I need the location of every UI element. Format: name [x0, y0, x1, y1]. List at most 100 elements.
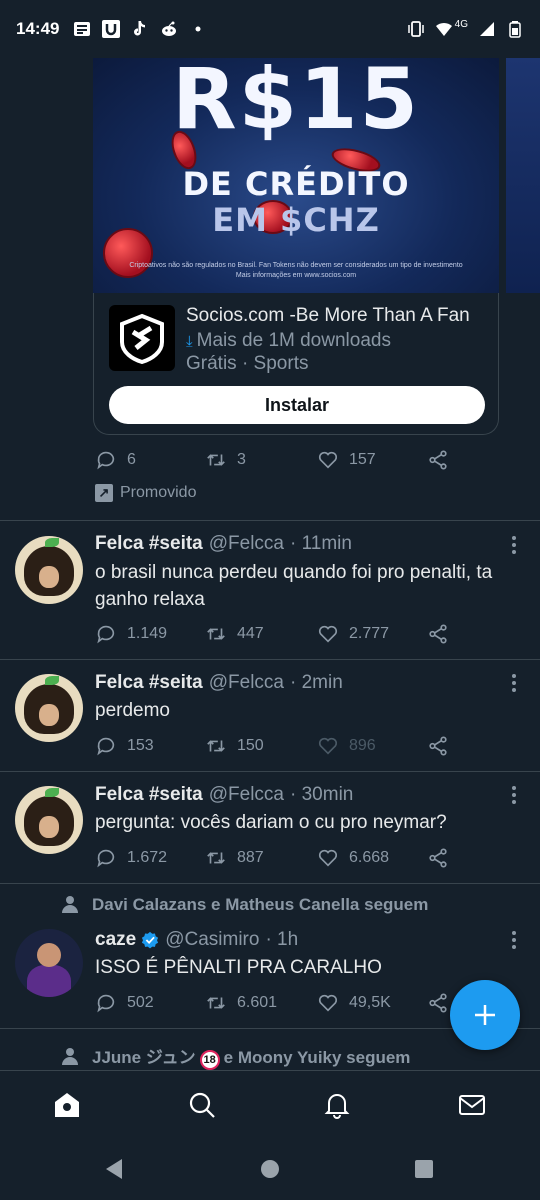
download-icon: ⤓ — [186, 333, 193, 350]
ad-line-1: DE CRÉDITO — [182, 165, 410, 203]
heart-icon — [318, 737, 338, 755]
app-category: Grátis · Sports — [186, 353, 309, 374]
retweet-icon — [207, 628, 225, 640]
promoted-text: Promovido — [120, 484, 197, 501]
ad-disclaimer: Criptoativos não são regulados no Brasil… — [129, 262, 463, 279]
ad-banner-image[interactable]: R$15 DE CRÉDITO EM $CHZ Criptoativos não… — [93, 58, 499, 293]
battery-icon — [509, 21, 521, 38]
social-context[interactable]: JJune ジュン 18 e Moony Yuiky seguem — [62, 1043, 410, 1070]
retweet-button[interactable]: 150 — [205, 734, 264, 758]
share-icon — [429, 624, 447, 644]
social-context-name: JJune ジュン — [92, 1048, 196, 1067]
author-name[interactable]: Felca #seita — [95, 533, 203, 555]
author-handle: @Casimiro — [165, 929, 260, 950]
reply-button[interactable]: 153 — [95, 734, 154, 758]
more-options-icon[interactable] — [510, 931, 518, 949]
reply-icon — [97, 625, 115, 644]
home-icon[interactable] — [53, 1091, 81, 1119]
avatar[interactable] — [15, 786, 83, 854]
heart-icon — [318, 994, 338, 1012]
tweet-header: Felca #seita @Felcca · 2min — [95, 672, 343, 694]
share-button[interactable] — [427, 448, 449, 472]
like-button[interactable]: 2.777 — [317, 622, 389, 646]
retweet-button[interactable]: 6.601 — [205, 991, 277, 1015]
share-icon — [429, 450, 447, 470]
tweet-time: · 30min — [290, 784, 354, 805]
search-icon[interactable] — [188, 1091, 216, 1119]
status-time: 14:49 — [16, 19, 60, 38]
retweet-button[interactable]: 887 — [205, 846, 264, 870]
reply-icon — [97, 451, 115, 470]
share-button[interactable] — [427, 734, 449, 758]
ad-line-2: EM $CHZ — [212, 201, 380, 239]
divider — [0, 771, 540, 772]
tweet-action-bar: 502 6.601 49,5K — [95, 991, 465, 1015]
retweet-button[interactable]: 447 — [205, 622, 264, 646]
heart-icon — [318, 625, 338, 643]
more-options-icon[interactable] — [510, 674, 518, 692]
recents-icon[interactable] — [414, 1158, 434, 1180]
share-button[interactable] — [427, 991, 449, 1015]
avatar[interactable] — [15, 674, 83, 742]
social-context-text: Davi Calazans e Matheus Canella seguem — [92, 895, 429, 914]
back-icon[interactable] — [104, 1158, 124, 1180]
like-button[interactable]: 49,5K — [317, 991, 391, 1015]
like-button[interactable]: 6.668 — [317, 846, 389, 870]
person-icon — [62, 896, 78, 914]
divider — [0, 520, 540, 521]
avatar[interactable] — [15, 536, 83, 604]
mail-icon[interactable] — [458, 1091, 486, 1119]
retweet-icon — [207, 740, 225, 752]
bell-icon[interactable] — [323, 1091, 351, 1119]
like-button[interactable]: 896 — [317, 734, 376, 758]
like-count: 896 — [349, 737, 376, 754]
reply-button[interactable]: 1.672 — [95, 846, 167, 870]
ad-banner-next-slide[interactable] — [506, 58, 540, 293]
reply-icon — [97, 849, 115, 868]
author-handle: @Felcca — [208, 672, 284, 693]
author-name[interactable]: Felca #seita — [95, 784, 203, 806]
share-button[interactable] — [427, 622, 449, 646]
person-icon — [62, 1047, 78, 1066]
social-context[interactable]: Davi Calazans e Matheus Canella seguem — [62, 895, 428, 915]
author-name[interactable]: caze — [95, 929, 136, 951]
avatar[interactable] — [15, 929, 83, 997]
bottom-nav — [0, 1070, 540, 1138]
like-count: 2.777 — [349, 625, 390, 642]
retweet-button[interactable]: 3 — [205, 448, 246, 472]
ad-subheadline: DE CRÉDITO EM $CHZ — [93, 166, 499, 238]
like-count: 6.668 — [349, 849, 390, 866]
reply-button[interactable]: 502 — [95, 991, 154, 1015]
reply-count: 1.149 — [127, 625, 168, 642]
promoted-label: ↗ Promovido — [95, 484, 196, 502]
reply-button[interactable]: 6 — [95, 448, 136, 472]
reply-button[interactable]: 1.149 — [95, 622, 167, 646]
share-icon — [429, 848, 447, 868]
reply-count: 502 — [127, 994, 154, 1011]
app-name: Socios.com -Be More Than A Fan — [186, 305, 470, 326]
home-circle-icon[interactable] — [260, 1158, 280, 1180]
tweet-text: perdemo — [95, 700, 170, 721]
reply-count: 153 — [127, 737, 154, 754]
reply-icon — [97, 994, 115, 1013]
like-button[interactable]: 157 — [317, 448, 376, 472]
retweet-count: 150 — [237, 737, 264, 754]
share-icon — [429, 993, 447, 1013]
system-status-icons: 4G — [407, 19, 524, 38]
more-options-icon[interactable] — [510, 536, 518, 554]
tweet-header: Felca #seita @Felcca · 11min — [95, 533, 352, 555]
more-options-icon[interactable] — [510, 786, 518, 804]
reply-count: 6 — [127, 451, 136, 468]
reply-icon — [97, 737, 115, 756]
heart-icon — [318, 849, 338, 867]
share-button[interactable] — [427, 846, 449, 870]
retweet-count: 447 — [237, 625, 264, 642]
retweet-count: 6.601 — [237, 994, 278, 1011]
compose-tweet-button[interactable] — [450, 980, 520, 1050]
socios-app-icon — [109, 305, 175, 371]
ad-headline: R$15 — [171, 58, 421, 148]
author-name[interactable]: Felca #seita — [95, 672, 203, 694]
install-button[interactable]: Instalar — [109, 386, 485, 424]
share-icon — [429, 736, 447, 756]
ad-app-card[interactable]: Socios.com -Be More Than A Fan ⤓ Mais de … — [93, 293, 499, 435]
